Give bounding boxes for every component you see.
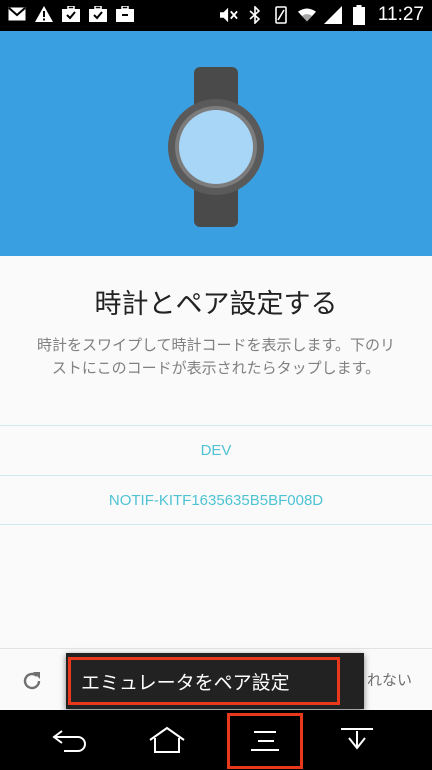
pair-emulator-menu-item[interactable]: エミュレータをペア設定 [68,657,340,705]
back-icon [52,730,86,752]
hero-banner [0,31,432,256]
mute-icon [219,6,238,24]
status-bar: 11:27 [0,0,432,31]
bluetooth-icon [246,6,264,24]
gmail-icon [8,5,26,23]
vibrate-icon [272,6,290,24]
home-button[interactable] [137,718,197,762]
hide-keyboard-button[interactable] [327,718,387,762]
not-shown-link[interactable]: れない [367,669,412,690]
clock: 11:27 [377,4,424,25]
watch-illustration [168,67,264,231]
notification-icons [8,5,134,23]
warning-icon [35,5,53,23]
arrow-down-icon [341,728,373,750]
home-icon [149,726,185,753]
briefcase-icon [116,5,134,23]
device-item-notif[interactable]: NOTIF-KITF1635635B5BF008D [0,475,432,525]
back-button[interactable] [40,718,100,762]
pairing-instructions: 時計をスワイプして時計コードを表示します。下のリストにこのコードが表示されたらタ… [36,336,396,377]
device-list: DEV NOTIF-KITF1635635B5BF008D [0,425,432,525]
battery-icon [350,5,368,25]
briefcase-check-icon [89,5,107,23]
refresh-icon[interactable] [20,669,44,693]
navigation-bar [0,710,432,770]
page-title: 時計とペア設定する [94,289,338,320]
briefcase-check-icon [62,5,80,23]
menu-button[interactable] [227,713,303,769]
device-item-dev[interactable]: DEV [0,425,432,475]
wifi-icon [297,6,316,24]
pairing-panel: 時計とペア設定する 時計をスワイプして時計コードを表示します。下のリストにこのコ… [0,256,432,648]
system-icons: 11:27 [219,4,424,26]
overflow-menu: エミュレータをペア設定 [66,653,364,709]
menu-icon [251,731,279,751]
signal-icon [323,6,342,24]
